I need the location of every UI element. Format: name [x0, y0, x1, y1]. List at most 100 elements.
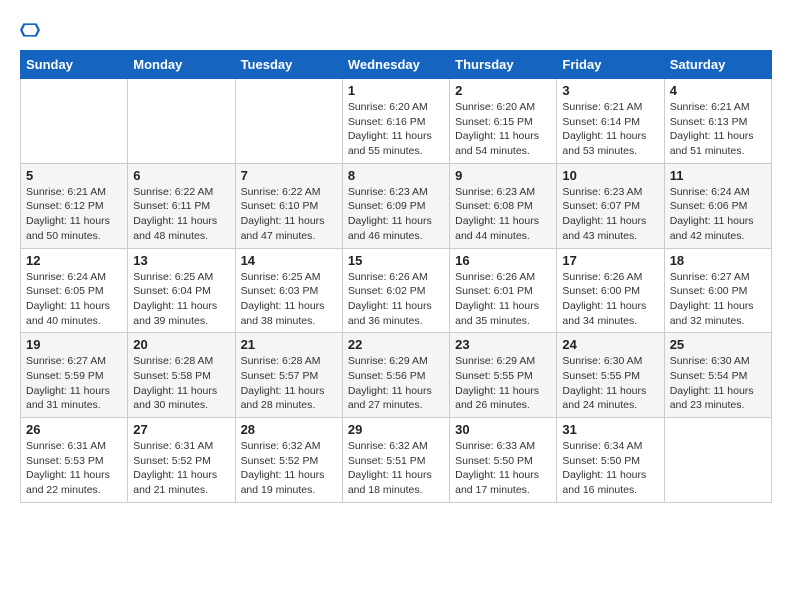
calendar-cell	[128, 79, 235, 164]
calendar-cell: 3 Sunrise: 6:21 AM Sunset: 6:14 PM Daylig…	[557, 79, 664, 164]
weekday-header-thursday: Thursday	[450, 51, 557, 79]
day-number: 11	[670, 168, 766, 183]
calendar-cell: 2 Sunrise: 6:20 AM Sunset: 6:15 PM Daylig…	[450, 79, 557, 164]
calendar-body: 1Sunrise: 6:20 AM Sunset: 6:16 PM Daylig…	[21, 79, 772, 503]
day-info: Sunrise: 6:21 AM Sunset: 6:12 PM Dayligh…	[26, 185, 122, 244]
day-info: Sunrise: 6:32 AM Sunset: 5:52 PM Dayligh…	[241, 439, 337, 498]
day-info: Sunrise: 6:24 AM Sunset: 6:06 PM Dayligh…	[670, 185, 766, 244]
calendar-cell: 30Sunrise: 6:33 AM Sunset: 5:50 PM Dayli…	[450, 418, 557, 503]
calendar-cell: 16 Sunrise: 6:26 AM Sunset: 6:01 PM Dayli…	[450, 248, 557, 333]
day-info: Sunrise: 6:23 AM Sunset: 6:07 PM Dayligh…	[562, 185, 658, 244]
weekday-header-monday: Monday	[128, 51, 235, 79]
day-number: 3	[562, 83, 658, 98]
day-info: Sunrise: 6:26 AM Sunset: 6:02 PM Dayligh…	[348, 270, 444, 329]
day-number: 6	[133, 168, 229, 183]
calendar-cell: 7 Sunrise: 6:22 AM Sunset: 6:10 PM Daylig…	[235, 163, 342, 248]
day-number: 24	[562, 337, 658, 352]
calendar-cell: 4Sunrise: 6:21 AM Sunset: 6:13 PM Daylig…	[664, 79, 771, 164]
logo-icon	[20, 20, 40, 40]
calendar-cell: 6 Sunrise: 6:22 AM Sunset: 6:11 PM Daylig…	[128, 163, 235, 248]
week-row-2: 5 Sunrise: 6:21 AM Sunset: 6:12 PM Daylig…	[21, 163, 772, 248]
day-number: 15	[348, 253, 444, 268]
day-number: 21	[241, 337, 337, 352]
weekday-header-friday: Friday	[557, 51, 664, 79]
day-info: Sunrise: 6:27 AM Sunset: 6:00 PM Dayligh…	[670, 270, 766, 329]
calendar-cell: 17 Sunrise: 6:26 AM Sunset: 6:00 PM Dayli…	[557, 248, 664, 333]
day-number: 7	[241, 168, 337, 183]
calendar-cell: 31 Sunrise: 6:34 AM Sunset: 5:50 PM Dayli…	[557, 418, 664, 503]
day-info: Sunrise: 6:21 AM Sunset: 6:14 PM Dayligh…	[562, 100, 658, 159]
day-number: 19	[26, 337, 122, 352]
day-number: 14	[241, 253, 337, 268]
day-info: Sunrise: 6:34 AM Sunset: 5:50 PM Dayligh…	[562, 439, 658, 498]
day-number: 27	[133, 422, 229, 437]
day-info: Sunrise: 6:23 AM Sunset: 6:09 PM Dayligh…	[348, 185, 444, 244]
week-row-5: 26 Sunrise: 6:31 AM Sunset: 5:53 PM Dayli…	[21, 418, 772, 503]
day-info: Sunrise: 6:30 AM Sunset: 5:54 PM Dayligh…	[670, 354, 766, 413]
day-number: 29	[348, 422, 444, 437]
calendar-cell: 19 Sunrise: 6:27 AM Sunset: 5:59 PM Dayli…	[21, 333, 128, 418]
day-number: 17	[562, 253, 658, 268]
week-row-3: 12Sunrise: 6:24 AM Sunset: 6:05 PM Dayli…	[21, 248, 772, 333]
day-number: 28	[241, 422, 337, 437]
day-info: Sunrise: 6:26 AM Sunset: 6:00 PM Dayligh…	[562, 270, 658, 329]
calendar-cell: 27 Sunrise: 6:31 AM Sunset: 5:52 PM Dayli…	[128, 418, 235, 503]
day-info: Sunrise: 6:26 AM Sunset: 6:01 PM Dayligh…	[455, 270, 551, 329]
day-number: 30	[455, 422, 551, 437]
weekday-header-sunday: Sunday	[21, 51, 128, 79]
logo	[20, 20, 42, 40]
day-info: Sunrise: 6:30 AM Sunset: 5:55 PM Dayligh…	[562, 354, 658, 413]
day-number: 9	[455, 168, 551, 183]
weekday-header-tuesday: Tuesday	[235, 51, 342, 79]
day-info: Sunrise: 6:22 AM Sunset: 6:11 PM Dayligh…	[133, 185, 229, 244]
calendar-cell: 26 Sunrise: 6:31 AM Sunset: 5:53 PM Dayli…	[21, 418, 128, 503]
day-number: 20	[133, 337, 229, 352]
week-row-1: 1Sunrise: 6:20 AM Sunset: 6:16 PM Daylig…	[21, 79, 772, 164]
calendar-cell: 9 Sunrise: 6:23 AM Sunset: 6:08 PM Daylig…	[450, 163, 557, 248]
day-info: Sunrise: 6:21 AM Sunset: 6:13 PM Dayligh…	[670, 100, 766, 159]
calendar-cell: 21 Sunrise: 6:28 AM Sunset: 5:57 PM Dayli…	[235, 333, 342, 418]
calendar-cell: 14 Sunrise: 6:25 AM Sunset: 6:03 PM Dayli…	[235, 248, 342, 333]
calendar-cell: 18 Sunrise: 6:27 AM Sunset: 6:00 PM Dayli…	[664, 248, 771, 333]
day-info: Sunrise: 6:22 AM Sunset: 6:10 PM Dayligh…	[241, 185, 337, 244]
calendar-cell: 24 Sunrise: 6:30 AM Sunset: 5:55 PM Dayli…	[557, 333, 664, 418]
day-info: Sunrise: 6:23 AM Sunset: 6:08 PM Dayligh…	[455, 185, 551, 244]
calendar-cell: 22Sunrise: 6:29 AM Sunset: 5:56 PM Dayli…	[342, 333, 449, 418]
calendar-cell: 10 Sunrise: 6:23 AM Sunset: 6:07 PM Dayli…	[557, 163, 664, 248]
header	[20, 20, 772, 40]
calendar-cell	[21, 79, 128, 164]
calendar-cell: 5 Sunrise: 6:21 AM Sunset: 6:12 PM Daylig…	[21, 163, 128, 248]
day-number: 10	[562, 168, 658, 183]
week-row-4: 19 Sunrise: 6:27 AM Sunset: 5:59 PM Dayli…	[21, 333, 772, 418]
day-number: 2	[455, 83, 551, 98]
calendar-cell: 20Sunrise: 6:28 AM Sunset: 5:58 PM Dayli…	[128, 333, 235, 418]
day-number: 18	[670, 253, 766, 268]
day-info: Sunrise: 6:32 AM Sunset: 5:51 PM Dayligh…	[348, 439, 444, 498]
day-number: 5	[26, 168, 122, 183]
day-number: 22	[348, 337, 444, 352]
day-info: Sunrise: 6:31 AM Sunset: 5:53 PM Dayligh…	[26, 439, 122, 498]
day-number: 16	[455, 253, 551, 268]
calendar-cell: 29 Sunrise: 6:32 AM Sunset: 5:51 PM Dayli…	[342, 418, 449, 503]
day-number: 31	[562, 422, 658, 437]
day-number: 13	[133, 253, 229, 268]
day-info: Sunrise: 6:25 AM Sunset: 6:04 PM Dayligh…	[133, 270, 229, 329]
day-info: Sunrise: 6:25 AM Sunset: 6:03 PM Dayligh…	[241, 270, 337, 329]
day-number: 26	[26, 422, 122, 437]
day-info: Sunrise: 6:20 AM Sunset: 6:15 PM Dayligh…	[455, 100, 551, 159]
calendar-cell: 12Sunrise: 6:24 AM Sunset: 6:05 PM Dayli…	[21, 248, 128, 333]
calendar-cell: 28 Sunrise: 6:32 AM Sunset: 5:52 PM Dayli…	[235, 418, 342, 503]
calendar-cell	[664, 418, 771, 503]
weekday-header-saturday: Saturday	[664, 51, 771, 79]
calendar-cell: 13 Sunrise: 6:25 AM Sunset: 6:04 PM Dayli…	[128, 248, 235, 333]
calendar-cell: 1Sunrise: 6:20 AM Sunset: 6:16 PM Daylig…	[342, 79, 449, 164]
weekday-header-row: SundayMondayTuesdayWednesdayThursdayFrid…	[21, 51, 772, 79]
day-info: Sunrise: 6:24 AM Sunset: 6:05 PM Dayligh…	[26, 270, 122, 329]
day-info: Sunrise: 6:31 AM Sunset: 5:52 PM Dayligh…	[133, 439, 229, 498]
day-info: Sunrise: 6:27 AM Sunset: 5:59 PM Dayligh…	[26, 354, 122, 413]
day-info: Sunrise: 6:29 AM Sunset: 5:55 PM Dayligh…	[455, 354, 551, 413]
day-info: Sunrise: 6:28 AM Sunset: 5:57 PM Dayligh…	[241, 354, 337, 413]
calendar-cell: 11 Sunrise: 6:24 AM Sunset: 6:06 PM Dayli…	[664, 163, 771, 248]
calendar-cell: 8Sunrise: 6:23 AM Sunset: 6:09 PM Daylig…	[342, 163, 449, 248]
weekday-header-wednesday: Wednesday	[342, 51, 449, 79]
